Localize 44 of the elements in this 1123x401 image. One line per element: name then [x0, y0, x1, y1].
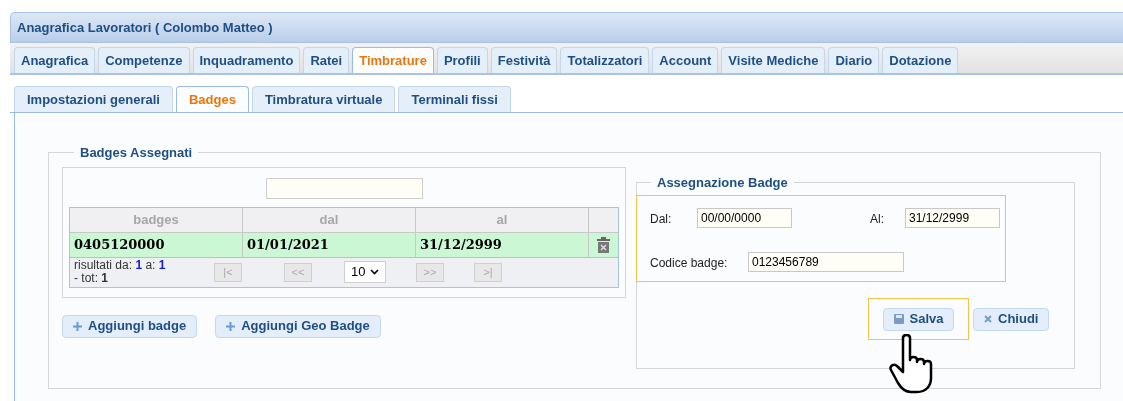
text-field[interactable]: 0123456789: [748, 252, 904, 272]
field-label: Dal:: [650, 212, 672, 226]
tab[interactable]: Inquadramento: [192, 47, 301, 73]
field-label: Al:: [870, 212, 884, 226]
close-button[interactable]: Chiudi: [973, 307, 1050, 331]
tab[interactable]: Diario: [828, 47, 880, 73]
table-cell: 0405120000: [70, 232, 243, 257]
trash-icon[interactable]: [597, 236, 610, 253]
plus-icon: [73, 321, 82, 331]
search-field[interactable]: [265, 177, 423, 199]
table-row[interactable]: 0405120000 01/01/2021 31/12/2999: [70, 232, 618, 257]
column-header: al: [416, 207, 589, 232]
tab[interactable]: Timbratura virtuale: [251, 86, 396, 112]
tab[interactable]: Totalizzatori: [560, 47, 650, 73]
tab[interactable]: Terminali fissi: [398, 86, 511, 112]
tab[interactable]: Impostazioni generali: [14, 86, 173, 112]
tab[interactable]: Account: [652, 47, 719, 73]
save-button[interactable]: Salva: [882, 307, 955, 331]
column-header: badges: [70, 207, 243, 232]
tab[interactable]: Ratei: [303, 47, 350, 73]
tab[interactable]: Dotazione: [882, 47, 959, 73]
text-field[interactable]: 31/12/2999: [905, 208, 1000, 228]
close-icon: [984, 315, 992, 323]
plus-icon: [226, 321, 236, 331]
text-field[interactable]: 00/00/0000: [697, 208, 792, 228]
tab[interactable]: Competenze: [98, 47, 190, 73]
add-button[interactable]: Aggiungi badge: [62, 314, 198, 338]
page-size-select[interactable]: 10: [344, 261, 386, 283]
floppy-icon: [893, 314, 904, 324]
chevron-down-icon: [370, 269, 379, 275]
window-title: Anagrafica Lavoratori ( Colombo Matteo ): [17, 18, 273, 37]
pager-range: risultati da: 1 a: 1: [74, 258, 166, 272]
tab[interactable]: Festività: [490, 47, 558, 73]
tab[interactable]: Profili: [436, 47, 488, 73]
fieldset-legend: Assegnazione Badge: [651, 172, 794, 192]
add-button[interactable]: Aggiungi Geo Badge: [215, 314, 381, 338]
fieldset-legend: Badges Assegnati: [74, 143, 199, 163]
field-label: Codice badge:: [650, 256, 728, 270]
tab[interactable]: Anagrafica: [14, 47, 96, 73]
pager-total: - tot: 1: [74, 271, 109, 285]
column-header: dal: [243, 207, 416, 232]
tab[interactable]: Visite Mediche: [721, 47, 826, 73]
table-cell: 01/01/2021: [243, 232, 416, 257]
table-cell: 31/12/2999: [416, 232, 589, 257]
